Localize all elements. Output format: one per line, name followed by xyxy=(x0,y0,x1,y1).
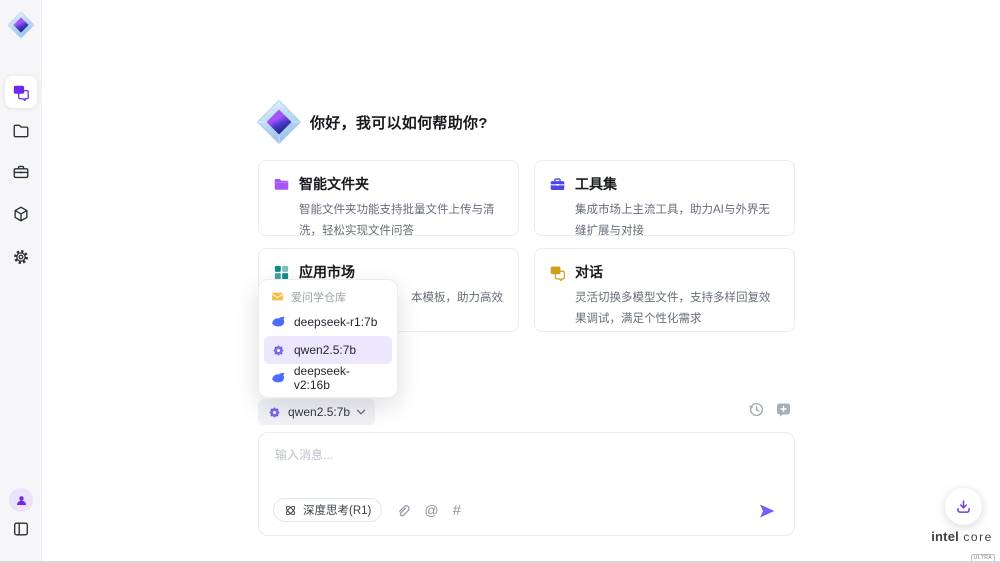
card-toolset[interactable]: 工具集 集成市场上主流工具，助力AI与外界无缝扩展与对接 xyxy=(534,160,795,236)
greeting-logo-icon xyxy=(256,99,302,145)
whale-icon xyxy=(271,371,286,386)
deep-think-label: 深度思考(R1) xyxy=(303,502,371,518)
card-description: 集成市场上主流工具，助力AI与外界无缝扩展与对接 xyxy=(575,200,780,241)
model-dropdown-menu: 爱问学仓库 deepseek-r1:7b qwen2.5:7b deepseek… xyxy=(258,279,398,398)
mention-button[interactable]: @ xyxy=(424,502,438,518)
card-description: 智能文件夹功能支持批量文件上传与清洗，轻松实现文件问答 xyxy=(299,200,504,241)
history-button[interactable] xyxy=(748,401,765,418)
app-window: 你好，我可以如何帮助你? 智能文件夹 智能文件夹功能支持批量文件上传与清洗，轻松… xyxy=(0,0,1000,563)
model-option-label: qwen2.5:7b xyxy=(294,343,356,357)
mailbox-icon xyxy=(271,290,284,303)
qwen-icon xyxy=(271,343,286,358)
sidebar-item-settings[interactable] xyxy=(5,241,37,273)
intel-core-badge: intel core ULTRA xyxy=(922,528,1000,563)
new-chat-icon xyxy=(775,401,792,418)
sidebar-item-toolbox[interactable] xyxy=(5,156,37,188)
deep-think-atom-icon xyxy=(284,504,297,517)
user-icon xyxy=(15,494,28,507)
card-smart-folder[interactable]: 智能文件夹 智能文件夹功能支持批量文件上传与清洗，轻松实现文件问答 xyxy=(258,160,519,236)
model-option-qwen[interactable]: qwen2.5:7b xyxy=(264,336,392,364)
composer-toolbar: 深度思考(R1) @ # xyxy=(273,498,461,522)
conversation-actions xyxy=(748,401,795,418)
chat-icon xyxy=(549,264,566,281)
model-option-deepseek-r1[interactable]: deepseek-r1:7b xyxy=(264,308,392,336)
cube-icon xyxy=(12,205,30,223)
sidebar xyxy=(0,0,42,561)
model-option-label: deepseek-v2:16b xyxy=(294,364,385,392)
sidebar-item-chat[interactable] xyxy=(5,76,37,108)
qwen-icon xyxy=(267,405,282,420)
chevron-down-icon xyxy=(356,408,366,416)
history-icon xyxy=(748,401,765,418)
intel-logo-text: intel xyxy=(931,529,959,544)
send-button[interactable] xyxy=(758,503,776,519)
card-description: 灵活切换多模型文件，支持多样回复效果调试，满足个性化需求 xyxy=(575,288,780,329)
app-logo-icon[interactable] xyxy=(7,11,35,39)
briefcase-icon xyxy=(549,176,566,193)
core-logo-text: core xyxy=(963,530,992,544)
folder-icon xyxy=(12,122,30,140)
sidebar-item-models[interactable] xyxy=(5,198,37,230)
model-group-header: 爱问学仓库 xyxy=(264,285,392,308)
gear-icon xyxy=(12,248,30,266)
message-composer: 深度思考(R1) @ # xyxy=(258,432,795,536)
attach-file-button[interactable] xyxy=(396,503,410,518)
model-option-label: deepseek-r1:7b xyxy=(294,315,377,329)
model-option-deepseek-v2[interactable]: deepseek-v2:16b xyxy=(264,364,392,392)
download-icon xyxy=(955,498,972,515)
card-title: 智能文件夹 xyxy=(299,174,369,194)
model-group-label: 爱问学仓库 xyxy=(291,289,346,305)
user-avatar[interactable] xyxy=(9,488,33,512)
card-conversation[interactable]: 对话 灵活切换多模型文件，支持多样回复效果调试，满足个性化需求 xyxy=(534,248,795,332)
send-icon xyxy=(758,503,776,519)
greeting-title: 你好，我可以如何帮助你? xyxy=(310,99,488,145)
panel-icon xyxy=(12,520,30,538)
paperclip-icon xyxy=(396,503,410,518)
topic-button[interactable]: # xyxy=(453,502,461,519)
whale-icon xyxy=(271,315,286,330)
chat-icon xyxy=(12,83,30,101)
card-title: 工具集 xyxy=(575,174,617,194)
app-grid-icon xyxy=(273,264,290,281)
sidebar-item-folders[interactable] xyxy=(5,115,37,147)
collapse-sidebar-button[interactable] xyxy=(5,513,37,545)
card-title: 对话 xyxy=(575,262,603,282)
download-button[interactable] xyxy=(945,488,982,525)
folder-icon xyxy=(273,176,290,193)
briefcase-icon xyxy=(12,163,30,181)
deep-think-toggle[interactable]: 深度思考(R1) xyxy=(273,498,382,522)
message-input[interactable] xyxy=(275,446,775,492)
model-selector-button[interactable]: qwen2.5:7b xyxy=(258,399,375,425)
new-chat-button[interactable] xyxy=(775,401,792,418)
selected-model-label: qwen2.5:7b xyxy=(288,405,350,419)
